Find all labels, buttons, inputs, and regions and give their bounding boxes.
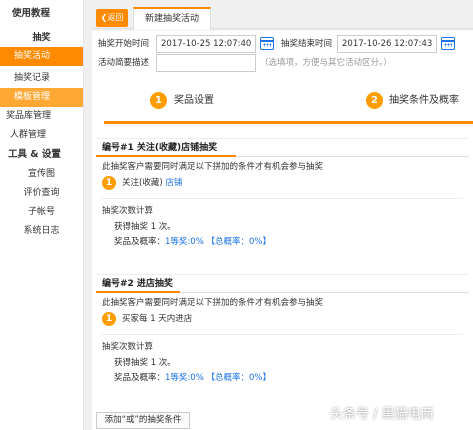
desc-input[interactable] [156, 54, 256, 72]
end-time-input[interactable]: 2017-10-26 12:07:43 [337, 35, 437, 53]
sidebar-item-promo-image[interactable]: 宣传图 [0, 165, 83, 184]
sidebar-item-system-log[interactable]: 系统日志 [0, 222, 83, 241]
count-heading: 抽奖次数计算 [102, 342, 154, 352]
back-button[interactable]: ❮返回 [96, 9, 128, 27]
calendar-icon[interactable] [441, 37, 455, 50]
gain-text: 获得抽奖 1 次。 [114, 222, 176, 232]
steps-bar: 1 奖品设置 2 抽奖条件及概率 [92, 88, 473, 124]
sidebar-item-lottery-record[interactable]: 抽奖记录 [0, 69, 83, 88]
section-title: 编号#1 关注(收藏)店铺抽奖 [102, 143, 218, 153]
condition-text: 买家每 1 天内进店 [122, 314, 193, 324]
prob-label: 奖品及概率： [114, 237, 166, 247]
sidebar-sub-lottery: 抽奖 [32, 33, 51, 43]
prob-row: 奖品及概率：1等奖:0% 【总概率：0%】 [114, 372, 271, 384]
section-accent-line [96, 155, 236, 157]
section-divider [102, 198, 463, 199]
steps-progress-line [104, 121, 473, 124]
gain-text: 获得抽奖 1 次。 [114, 358, 176, 368]
condition-number: 1 [102, 312, 116, 326]
end-time-label: 抽奖结束时间 [281, 39, 333, 49]
sidebar-item-template[interactable]: 模板管理 [0, 88, 83, 107]
sidebar-item-prize-lib[interactable]: 奖品库管理 [0, 107, 83, 126]
condition-intro: 此抽奖客户需要同时满足以下拼加的条件才有机会参与抽奖 [102, 298, 324, 308]
sidebar-group-tutorial[interactable]: 使用教程 [0, 4, 83, 24]
step-number: 1 [150, 92, 167, 109]
condition-section: 编号#2 进店抽奖 此抽奖客户需要同时满足以下拼加的条件才有机会参与抽奖 1 买… [96, 274, 469, 394]
desc-label: 活动简要描述 [98, 58, 150, 68]
section-divider [102, 334, 463, 335]
step-number: 2 [366, 92, 383, 109]
section-title: 编号#2 进店抽奖 [102, 279, 173, 289]
prob-value[interactable]: 1等奖:0% [165, 373, 204, 383]
tab-new-lottery[interactable]: 新建抽奖活动 [133, 7, 211, 30]
condition-section: 编号#1 关注(收藏)店铺抽奖 此抽奖客户需要同时满足以下拼加的条件才有机会参与… [96, 138, 469, 262]
sidebar-item-crowd[interactable]: 人群管理 [0, 126, 83, 145]
sidebar-group-tools: 工具 & 设置 [8, 149, 61, 160]
start-time-input[interactable]: 2017-10-25 12:07:40 [156, 35, 256, 53]
count-heading: 抽奖次数计算 [102, 206, 154, 216]
condition-text: 关注(收藏) 店铺 [122, 177, 182, 189]
sidebar-item-lottery-activity[interactable]: 抽奖活动 [0, 47, 83, 66]
sidebar-item-review-query[interactable]: 评价查询 [0, 184, 83, 203]
start-time-label: 抽奖开始时间 [98, 39, 150, 49]
desc-hint: （选填项，方便与其它活动区分。） [260, 58, 392, 68]
step-label[interactable]: 奖品设置 [174, 92, 214, 109]
prob-row: 奖品及概率：1等奖:0% 【总概率：0%】 [114, 236, 271, 248]
step-label[interactable]: 抽奖条件及概率 [389, 92, 459, 109]
back-button-label: 返回 [107, 13, 124, 22]
main-panel: 抽奖开始时间 2017-10-25 12:07:40 抽奖结束时间 2017-1… [92, 31, 473, 430]
prob-value[interactable]: 1等奖:0% [165, 237, 204, 247]
calendar-icon[interactable] [260, 37, 274, 50]
prob-total: 【总概率：0%】 [206, 237, 271, 247]
prob-total: 【总概率：0%】 [206, 373, 271, 383]
condition-label: 关注(收藏) [122, 178, 163, 188]
condition-number: 1 [102, 176, 116, 190]
condition-link[interactable]: 店铺 [165, 178, 182, 188]
add-or-condition-button[interactable]: 添加“或”的抽奖条件 [96, 412, 190, 429]
prob-label: 奖品及概率： [114, 373, 166, 383]
sidebar: 使用教程 抽奖 抽奖活动 抽奖记录 模板管理 奖品库管理 人群管理 工具 & 设… [0, 0, 84, 430]
condition-intro: 此抽奖客户需要同时满足以下拼加的条件才有机会参与抽奖 [102, 162, 324, 172]
section-accent-line [96, 291, 180, 293]
sidebar-item-sub-account[interactable]: 子帐号 [0, 203, 83, 222]
tab-bar: ❮返回 新建抽奖活动 [92, 5, 473, 30]
watermark: 头条号 / 黑猫电商 [330, 407, 434, 422]
